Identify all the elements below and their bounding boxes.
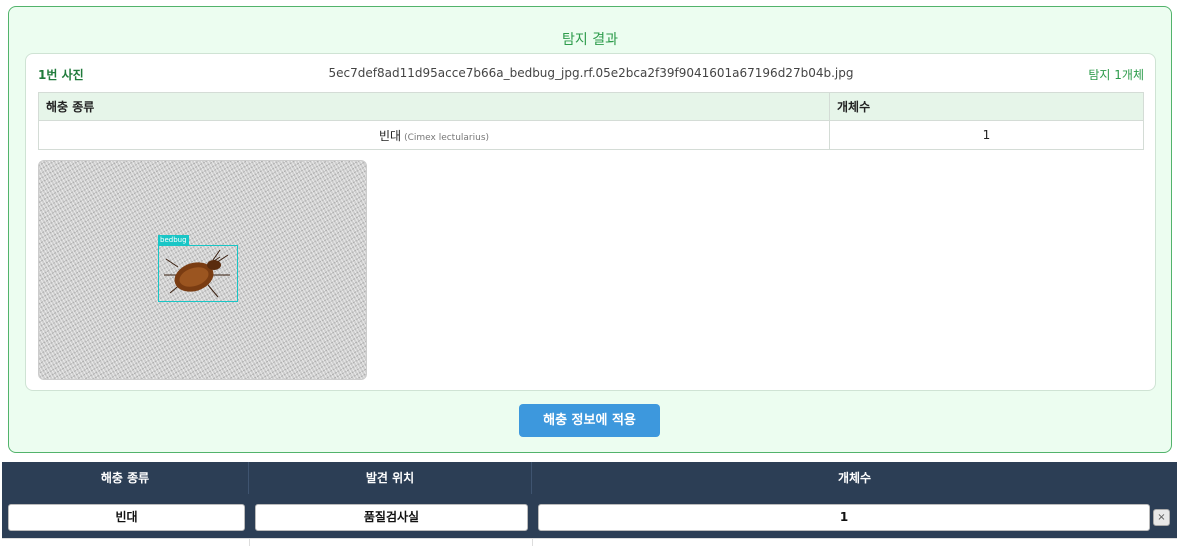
close-icon: × xyxy=(1157,512,1166,523)
species-name: 빈대 xyxy=(378,128,402,143)
photo-card-header: 1번 사진 5ec7def8ad11d95acce7b66a_bedbug_jp… xyxy=(38,66,1144,82)
detection-table: 해충 종류 개체수 빈대 (Cimex lectularius) 1 xyxy=(38,92,1144,150)
detection-count: 탐지 1개체 xyxy=(1088,68,1144,82)
detection-table-header: 해충 종류 개체수 xyxy=(38,92,1144,121)
count-input[interactable]: 1 xyxy=(538,504,1150,531)
header-count: 개체수 xyxy=(829,92,1144,121)
photo-filename: 5ec7def8ad11d95acce7b66a_bedbug_jpg.rf.0… xyxy=(328,66,854,80)
scientific-name: (Cimex lectularius) xyxy=(404,132,490,143)
header-species: 해충 종류 xyxy=(38,92,830,121)
header-count: 개체수 xyxy=(837,471,872,485)
count-cell: 1 xyxy=(829,120,1144,150)
detection-photo: bedbug xyxy=(38,160,367,380)
location-input[interactable]: 품질검사실 xyxy=(255,504,528,531)
detection-result-panel: 탐지 결과 1번 사진 5ec7def8ad11d95acce7b66a_bed… xyxy=(8,6,1172,453)
header-location: 발견 위치 xyxy=(249,462,532,494)
apply-pest-info-button[interactable]: 해충 정보에 적용 xyxy=(519,404,660,437)
next-row-stub xyxy=(2,538,1177,546)
photo-card: 1번 사진 5ec7def8ad11d95acce7b66a_bedbug_jp… xyxy=(25,53,1156,391)
pest-type-input[interactable]: 빈대 xyxy=(8,504,245,531)
table-row: 빈대 (Cimex lectularius) 1 xyxy=(38,120,1144,150)
pest-table-header: 해충 종류 발견 위치 개체수 xyxy=(2,462,1177,494)
header-pest-type: 해충 종류 xyxy=(2,462,249,494)
remove-row-button[interactable]: × xyxy=(1153,509,1170,526)
pest-entry-table: 해충 종류 발견 위치 개체수 빈대 품질검사실 1 × xyxy=(2,462,1177,546)
column-divider xyxy=(532,539,533,546)
result-title: 탐지 결과 xyxy=(562,32,618,48)
species-cell: 빈대 (Cimex lectularius) xyxy=(38,120,830,150)
bedbug-image xyxy=(164,249,230,298)
column-divider xyxy=(249,539,250,546)
table-row: 빈대 품질검사실 1 × xyxy=(2,494,1177,538)
bbox-label: bedbug xyxy=(158,235,189,245)
